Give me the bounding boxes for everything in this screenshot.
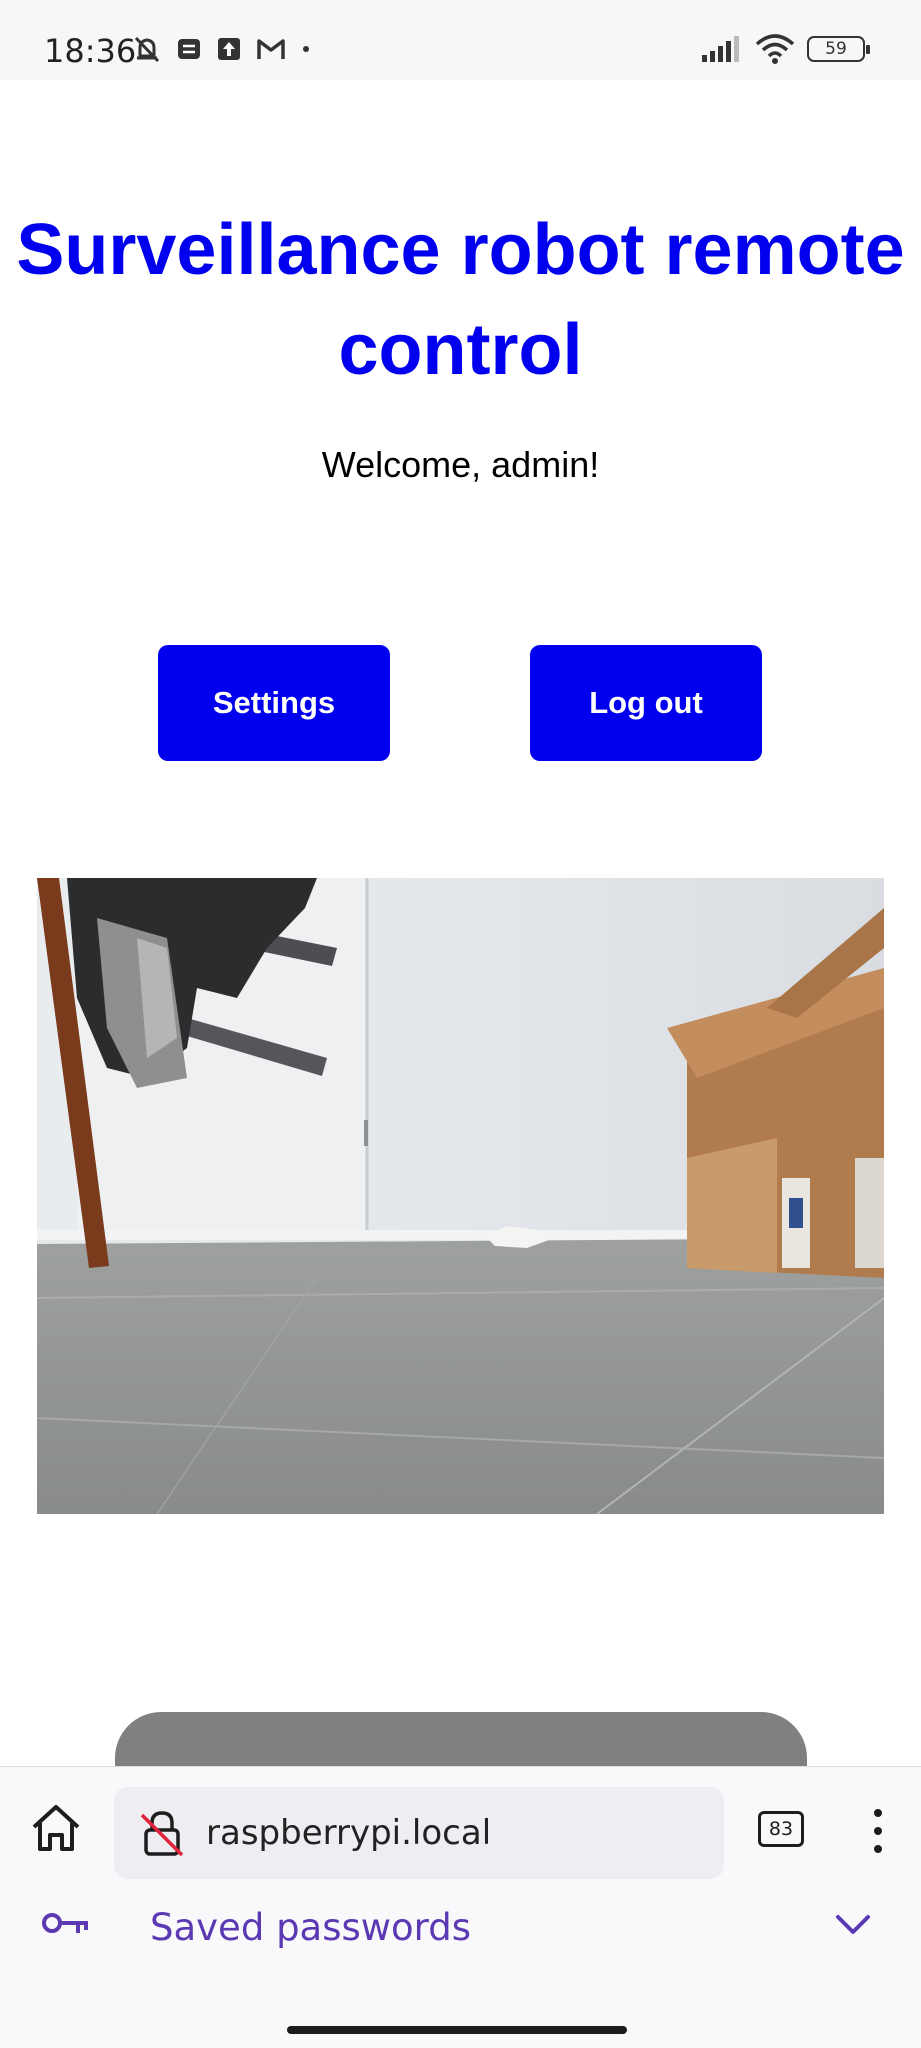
battery-icon: 59: [807, 36, 870, 62]
camera-feed: [37, 878, 884, 1514]
camera-feed-image: [37, 878, 884, 1514]
browser-toolbar: raspberrypi.local 83: [0, 1766, 921, 1882]
status-notification-icons: [132, 34, 312, 64]
address-bar[interactable]: raspberrypi.local: [114, 1787, 724, 1879]
status-bar: 18:36 59: [0, 0, 921, 80]
signal-icon: [702, 36, 739, 62]
notes-icon: [178, 39, 200, 59]
insecure-lock-icon[interactable]: [138, 1809, 186, 1857]
saved-passwords-bar[interactable]: Saved passwords: [0, 1882, 921, 2048]
gesture-handle[interactable]: [287, 2026, 627, 2034]
status-time: 18:36: [44, 32, 137, 70]
gmail-icon: [257, 39, 285, 59]
logout-button[interactable]: Log out: [530, 645, 762, 761]
settings-button[interactable]: Settings: [158, 645, 390, 761]
url-text: raspberrypi.local: [206, 1813, 492, 1853]
tabs-button[interactable]: 83: [758, 1811, 804, 1847]
welcome-message: Welcome, admin!: [321, 444, 600, 485]
status-system-icons: 59: [701, 34, 870, 64]
page-title-line-1: Surveillance robot remote: [16, 210, 905, 290]
bell-off-icon: [134, 36, 160, 63]
chevron-down-icon[interactable]: [834, 1912, 872, 1938]
upload-icon: [218, 38, 240, 60]
wifi-icon: [755, 34, 795, 64]
page-title: Surveillance robot remote control: [0, 200, 921, 400]
page-title-line-2: control: [338, 310, 583, 390]
more-icon[interactable]: [866, 1807, 890, 1855]
saved-passwords-label: Saved passwords: [150, 1906, 472, 1949]
dot-icon: [303, 46, 309, 52]
home-icon[interactable]: [28, 1803, 84, 1855]
key-icon: [42, 1913, 88, 1933]
